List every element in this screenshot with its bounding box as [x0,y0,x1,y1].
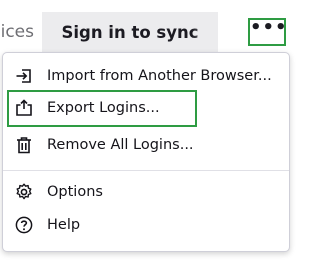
menu-item-label: Import from Another Browser... [47,68,272,84]
import-icon [16,69,31,83]
sign-in-to-sync-label: Sign in to sync [61,23,199,42]
options-menu: Import from Another Browser... Export Lo… [2,52,290,252]
menu-item-options[interactable]: Options [3,177,289,207]
help-icon [15,216,33,234]
more-options-button[interactable]: ••• [248,17,288,46]
sign-in-to-sync-button[interactable]: Sign in to sync [42,12,218,52]
gear-icon [16,183,32,200]
tab-partial[interactable]: ices [0,14,38,50]
menu-item-help[interactable]: Help [3,210,289,240]
tab-fade [192,12,218,52]
menu-item-label: Options [47,184,103,200]
menu-separator [3,170,289,171]
tab-partial-label: ices [0,22,34,42]
toolbar: ices Sign in to sync ••• [0,0,300,52]
menu-item-remove-all[interactable]: Remove All Logins... [3,130,289,160]
menu-item-label: Help [47,217,81,233]
more-icon: ••• [250,17,288,38]
trash-icon [17,137,31,154]
export-highlight-outline [7,90,197,127]
menu-item-import[interactable]: Import from Another Browser... [3,61,289,91]
menu-item-label: Remove All Logins... [47,137,194,153]
